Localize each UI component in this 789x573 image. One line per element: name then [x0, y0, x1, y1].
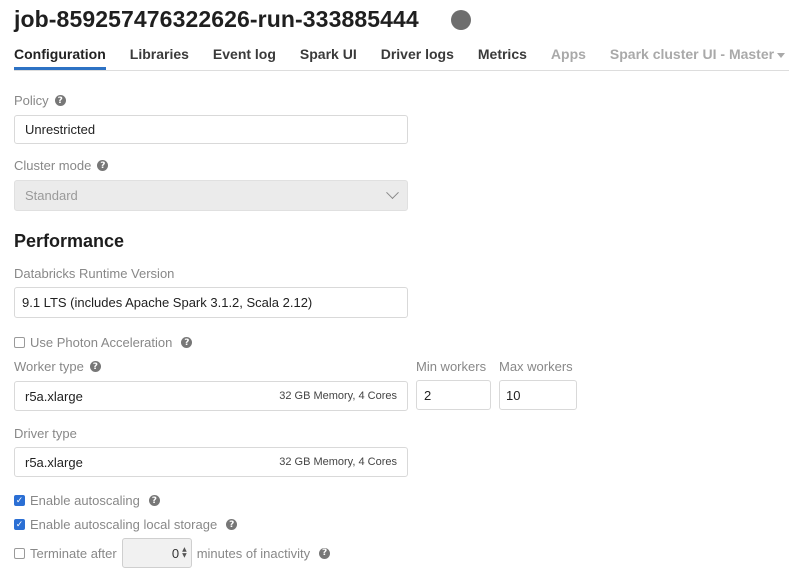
tab-spark-ui[interactable]: Spark UI [300, 46, 357, 68]
terminate-row: Terminate after 0 ▲ ▼ minutes of inactivi… [14, 538, 331, 568]
tab-metrics[interactable]: Metrics [478, 46, 527, 68]
worker-type-spec: 32 GB Memory, 4 Cores [279, 390, 397, 402]
runtime-version-value: 9.1 LTS (includes Apache Spark 3.1.2, Sc… [22, 295, 313, 310]
worker-type-value: r5a.xlarge [25, 388, 83, 404]
worker-type-label-text: Worker type [14, 359, 84, 374]
performance-heading: Performance [14, 231, 125, 251]
terminate-label: Terminate after [30, 545, 117, 561]
max-workers-input[interactable]: 10 [499, 380, 577, 410]
autoscaling-checkbox[interactable]: ✓ [14, 495, 25, 506]
policy-label: Policy ? [14, 93, 66, 108]
policy-value: Unrestricted [25, 122, 96, 137]
help-icon[interactable]: ? [226, 519, 238, 530]
tab-spark-cluster-ui-label: Spark cluster UI - Master [609, 46, 775, 62]
help-icon[interactable]: ? [89, 361, 101, 372]
max-workers-value: 10 [506, 387, 521, 403]
photon-label: Use Photon Acceleration [30, 335, 173, 350]
driver-type-spec: 32 GB Memory, 4 Cores [279, 456, 397, 468]
policy-label-text: Policy [14, 93, 49, 108]
caret-down-icon [777, 52, 786, 58]
driver-type-value: r5a.xlarge [25, 454, 83, 470]
tab-driver-logs[interactable]: Driver logs [381, 46, 454, 68]
terminate-suffix: minutes of inactivity [196, 545, 311, 561]
runtime-label: Databricks Runtime Version [14, 266, 175, 281]
chevron-down-icon [386, 186, 399, 200]
stepper-icon: ▲ ▼ [182, 546, 187, 559]
help-icon[interactable]: ? [97, 160, 109, 171]
cluster-mode-select: Standard [14, 180, 408, 211]
photon-checkbox[interactable] [14, 337, 25, 348]
runtime-version-select[interactable]: 9.1 LTS (includes Apache Spark 3.1.2, Sc… [14, 287, 408, 318]
worker-type-select[interactable]: r5a.xlarge 32 GB Memory, 4 Cores [14, 381, 408, 411]
tabs-divider [14, 70, 789, 71]
cluster-mode-label: Cluster mode ? [14, 158, 109, 173]
tab-spark-cluster-ui: Spark cluster UI - Master [609, 46, 786, 68]
terminate-minutes-input: 0 ▲ ▼ [121, 538, 192, 568]
worker-type-label: Worker type ? [14, 359, 101, 374]
autoscaling-row: ✓ Enable autoscaling ? [14, 493, 160, 508]
help-icon[interactable]: ? [148, 495, 160, 506]
terminate-minutes-value: 0 [171, 545, 180, 561]
autoscaling-local-checkbox[interactable]: ✓ [14, 519, 25, 530]
help-icon[interactable]: ? [319, 547, 331, 559]
cluster-status-indicator [451, 10, 471, 30]
driver-type-select[interactable]: r5a.xlarge 32 GB Memory, 4 Cores [14, 447, 408, 477]
help-icon[interactable]: ? [54, 95, 66, 106]
max-workers-label: Max workers [499, 359, 573, 374]
min-workers-value: 2 [424, 387, 432, 403]
tab-apps: Apps [550, 46, 586, 62]
autoscaling-local-row: ✓ Enable autoscaling local storage ? [14, 517, 238, 532]
help-icon[interactable]: ? [181, 337, 193, 348]
tab-configuration[interactable]: Configuration [14, 46, 106, 70]
policy-select[interactable]: Unrestricted [14, 115, 408, 144]
tab-bar: Configuration Libraries Event log Spark … [14, 46, 786, 70]
min-workers-input[interactable]: 2 [416, 380, 491, 410]
min-workers-label: Min workers [416, 359, 487, 374]
autoscaling-label: Enable autoscaling [30, 493, 140, 508]
tab-libraries[interactable]: Libraries [130, 46, 189, 68]
page-title: job-859257476322626-run-333885444 [14, 6, 419, 32]
tab-event-log[interactable]: Event log [213, 46, 276, 68]
cluster-mode-label-text: Cluster mode [14, 158, 92, 173]
terminate-checkbox[interactable] [14, 547, 25, 559]
driver-type-label: Driver type [14, 426, 77, 441]
photon-checkbox-row: Use Photon Acceleration ? [14, 335, 193, 350]
cluster-mode-value: Standard [25, 188, 78, 203]
autoscaling-local-label: Enable autoscaling local storage [30, 517, 218, 532]
